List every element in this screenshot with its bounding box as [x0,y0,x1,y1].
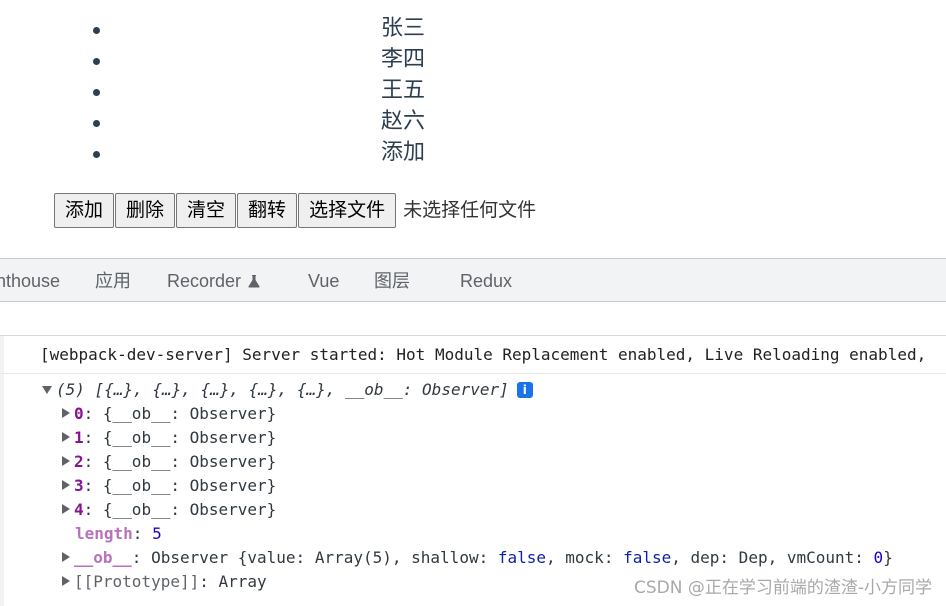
devtools-panel: nthouse 应用 Recorder Vue 图层 Redux [webpac… [0,258,946,606]
list-item-text: 赵六 [380,109,425,134]
list-item-text: 王五 [380,78,425,103]
console-gutter [0,336,4,606]
app-preview: 张三 李四 王五 赵六 添加 添加 删除 清空 翻转 选择文件 未选择任何文件 [0,0,946,258]
length-row: length: 5 [75,523,162,545]
reverse-button[interactable]: 翻转 [237,193,298,228]
ob-key: __ob__ [74,548,132,567]
triangle-right-icon[interactable] [62,408,70,418]
list-item: 王五 [0,76,946,107]
list-item-text: 张三 [380,16,425,41]
array-entry-row[interactable]: 1: {__ob__: Observer} [62,427,276,449]
triangle-right-icon[interactable] [62,576,70,586]
entry-value: {__ob__: Observer} [102,428,277,447]
ob-close: } [883,548,893,567]
divider [0,373,946,374]
entry-colon: : [83,476,103,495]
triangle-down-icon[interactable] [42,386,52,394]
array-entry-row[interactable]: 4: {__ob__: Observer} [62,499,276,521]
list-item: 张三 [0,14,946,45]
entry-colon: : [83,452,103,471]
entry-colon: : [83,500,103,519]
entry-key: 3 [74,476,84,495]
choose-file-button[interactable]: 选择文件 [298,193,397,228]
ob-shallow-value: false [497,548,547,567]
ob-mid: , mock: [546,548,624,567]
array-summary: (5) [{…}, {…}, {…}, {…}, {…}, __ob__: Ob… [56,380,509,399]
ob-row[interactable]: __ob__: Observer {value: Array(5), shall… [62,547,893,569]
tab-redux[interactable]: Redux [460,259,512,303]
add-button[interactable]: 添加 [54,193,115,228]
length-value: 5 [152,524,162,543]
entry-key: 4 [74,500,84,519]
array-entry-row[interactable]: 2: {__ob__: Observer} [62,451,276,473]
prototype-value: Array [218,572,267,591]
array-summary-row[interactable]: (5) [{…}, {…}, {…}, {…}, {…}, __ob__: Ob… [42,379,533,401]
list-item: 添加 [0,138,946,169]
watermark: CSDN @正在学习前端的渣渣-小方同学 [633,578,932,598]
ob-dep: , dep: Dep, vmCount: [671,548,874,567]
tab-vue[interactable]: Vue [308,259,339,303]
entry-colon: : [83,428,103,447]
entry-key: 1 [74,428,84,447]
tab-application[interactable]: 应用 [95,259,131,303]
list-item: 李四 [0,45,946,76]
action-buttons: 添加 删除 清空 翻转 选择文件 未选择任何文件 [54,193,536,228]
ob-mock-value: false [623,548,672,567]
entry-colon: : [132,524,153,543]
info-icon[interactable]: i [516,382,533,398]
tab-recorder[interactable]: Recorder [167,259,261,303]
console-toolbar [0,302,946,336]
entry-colon: : [83,404,103,423]
ob-vmcount-value: 0 [873,548,884,567]
clear-button[interactable]: 清空 [176,193,237,228]
entry-value: {__ob__: Observer} [102,500,277,519]
entry-key: 2 [74,452,84,471]
tab-recorder-label: Recorder [167,271,242,291]
entry-key: 0 [74,404,84,423]
array-entry-row[interactable]: 3: {__ob__: Observer} [62,475,276,497]
triangle-right-icon[interactable] [62,504,70,514]
triangle-right-icon[interactable] [62,480,70,490]
array-entry-row[interactable]: 0: {__ob__: Observer} [62,403,276,425]
tab-layers[interactable]: 图层 [374,259,410,303]
triangle-right-icon[interactable] [62,552,70,562]
entry-colon: : [199,572,219,591]
entry-value: {__ob__: Observer} [102,452,277,471]
entry-value: {__ob__: Observer} [102,404,277,423]
list-item-text: 李四 [380,47,425,72]
name-list: 张三 李四 王五 赵六 添加 [0,14,946,169]
prototype-key: [[Prototype]] [74,572,200,591]
prototype-row[interactable]: [[Prototype]]: Array [62,571,267,593]
length-key: length [75,524,133,543]
console-output: [webpack-dev-server] Server started: Hot… [0,336,946,606]
triangle-right-icon[interactable] [62,456,70,466]
entry-colon: : [131,548,152,567]
delete-button[interactable]: 删除 [115,193,176,228]
list-item-text: 添加 [380,140,425,165]
entry-value: {__ob__: Observer} [102,476,277,495]
file-status-text: 未选择任何文件 [403,199,537,221]
ob-value: Observer {value: Array(5), shallow: [151,548,498,567]
flask-icon [248,275,260,288]
tab-lighthouse[interactable]: nthouse [0,259,60,303]
console-log-message: [webpack-dev-server] Server started: Hot… [40,345,927,364]
triangle-right-icon[interactable] [62,432,70,442]
list-item: 赵六 [0,107,946,138]
devtools-tabbar: nthouse 应用 Recorder Vue 图层 Redux [0,258,946,302]
